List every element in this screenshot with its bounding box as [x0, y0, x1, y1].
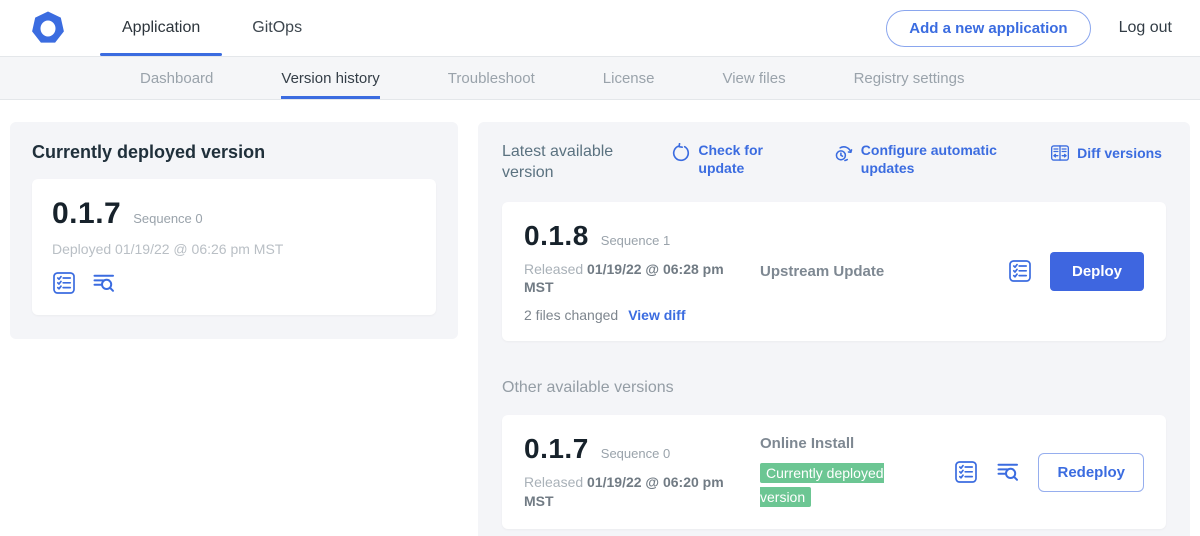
top-nav-right: Add a new application Log out [886, 0, 1200, 56]
scheduled-update-icon [834, 143, 854, 163]
subnav-dashboard[interactable]: Dashboard [140, 57, 213, 99]
other-version-number: 0.1.7 [524, 433, 589, 465]
other-available-versions-title: Other available versions [502, 379, 1166, 397]
currently-deployed-title: Currently deployed version [32, 142, 436, 163]
tab-application-label: Application [122, 19, 200, 37]
app-logo[interactable] [0, 0, 96, 56]
preflight-checks-icon[interactable] [52, 271, 76, 295]
configure-automatic-updates-link[interactable]: Configure automatic updates [834, 142, 1011, 177]
latest-version-number: 0.1.8 [524, 220, 589, 252]
logout-link[interactable]: Log out [1119, 19, 1172, 37]
redeploy-button[interactable]: Redeploy [1038, 453, 1144, 492]
subnav-version-history[interactable]: Version history [281, 57, 379, 99]
main-content: Currently deployed version 0.1.7 Sequenc… [0, 100, 1200, 536]
top-nav-tabs: Application GitOps [96, 0, 328, 56]
subnav-troubleshoot[interactable]: Troubleshoot [448, 57, 535, 99]
tab-gitops-label: GitOps [252, 19, 302, 37]
current-version-number: 0.1.7 [52, 197, 121, 231]
current-deployed-timestamp: Deployed 01/19/22 @ 06:26 pm MST [52, 241, 416, 257]
check-for-update-link[interactable]: Check for update [671, 142, 794, 177]
currently-deployed-badge: Currently deployed version [760, 463, 884, 507]
view-logs-icon[interactable] [996, 460, 1020, 484]
app-sub-nav: Dashboard Version history Troubleshoot L… [0, 56, 1200, 100]
tab-gitops[interactable]: GitOps [226, 0, 328, 56]
latest-version-source: Upstream Update [760, 263, 1008, 280]
add-application-button[interactable]: Add a new application [886, 10, 1090, 47]
configure-automatic-updates-label: Configure automatic updates [861, 142, 1011, 177]
other-released-timestamp: Released 01/19/22 @ 06:20 pm MST [524, 473, 756, 511]
released-label: Released [524, 261, 583, 277]
diff-versions-link[interactable]: Diff versions [1050, 142, 1162, 163]
available-versions-panel: Latest available version Check for updat… [478, 122, 1190, 536]
subnav-license[interactable]: License [603, 57, 655, 99]
view-diff-link[interactable]: View diff [628, 307, 685, 323]
top-nav: Application GitOps Add a new application… [0, 0, 1200, 56]
diff-versions-icon [1050, 143, 1070, 163]
currently-deployed-panel: Currently deployed version 0.1.7 Sequenc… [10, 122, 458, 339]
subnav-registry-settings[interactable]: Registry settings [854, 57, 965, 99]
deploy-button[interactable]: Deploy [1050, 252, 1144, 291]
view-logs-icon[interactable] [92, 271, 116, 295]
diff-versions-label: Diff versions [1077, 145, 1162, 163]
subnav-view-files[interactable]: View files [722, 57, 785, 99]
current-version-card: 0.1.7 Sequence 0 Deployed 01/19/22 @ 06:… [32, 179, 436, 315]
latest-available-title: Latest available version [502, 142, 632, 184]
kots-logo-icon [30, 10, 66, 46]
preflight-checks-icon[interactable] [1008, 259, 1032, 283]
tab-application[interactable]: Application [96, 0, 226, 56]
latest-version-card: 0.1.8 Sequence 1 Released 01/19/22 @ 06:… [502, 202, 1166, 342]
latest-version-sequence: Sequence 1 [601, 233, 670, 248]
other-version-source: Online Install [760, 435, 954, 452]
released-label: Released [524, 474, 583, 490]
other-version-card: 0.1.7 Sequence 0 Released 01/19/22 @ 06:… [502, 415, 1166, 529]
other-version-sequence: Sequence 0 [601, 446, 670, 461]
latest-released-timestamp: Released 01/19/22 @ 06:28 pm MST [524, 260, 756, 298]
check-for-update-label: Check for update [698, 142, 794, 177]
current-version-sequence: Sequence 0 [133, 211, 202, 226]
refresh-icon [671, 143, 691, 163]
preflight-checks-icon[interactable] [954, 460, 978, 484]
files-changed-count: 2 files changed [524, 307, 618, 323]
